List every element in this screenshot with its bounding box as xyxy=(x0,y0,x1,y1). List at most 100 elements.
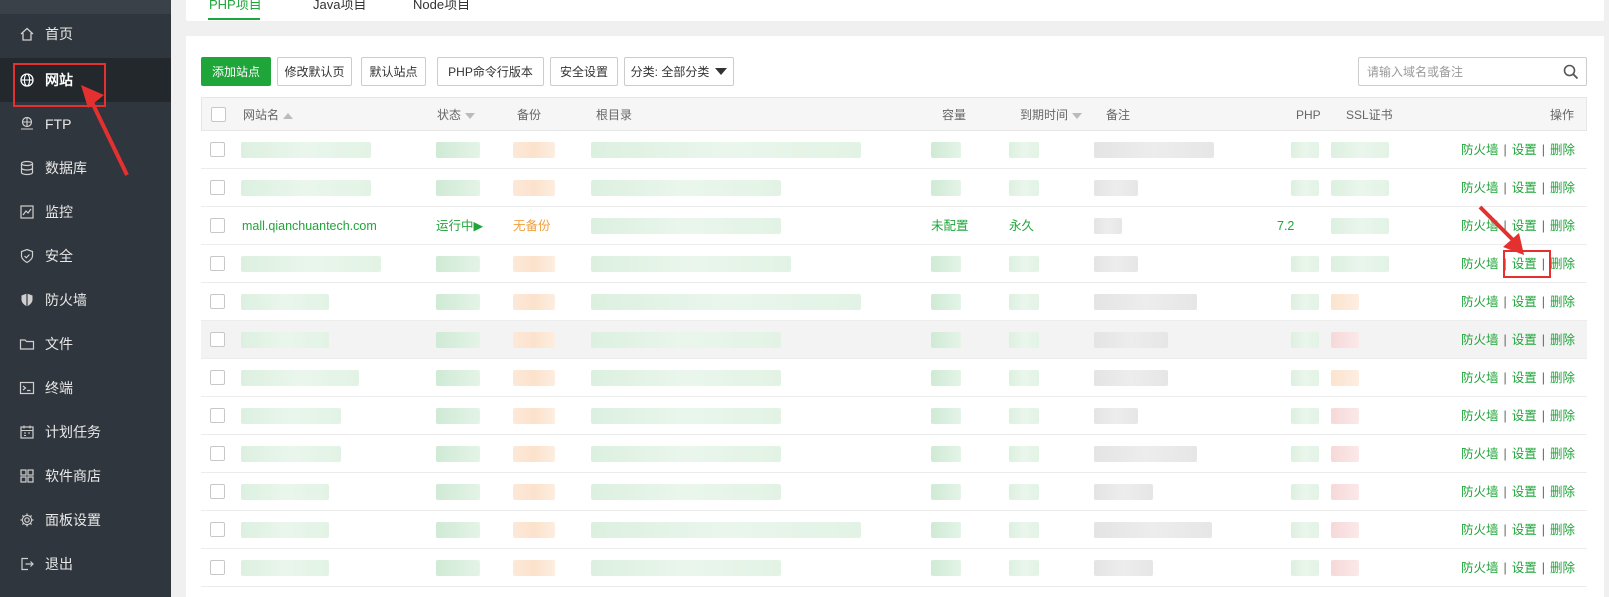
folder-icon xyxy=(19,336,35,352)
tab-node-project[interactable]: Node项目 xyxy=(413,0,470,13)
row-checkbox[interactable] xyxy=(210,408,225,423)
security-settings-button[interactable]: 安全设置 xyxy=(550,57,618,86)
delete-link[interactable]: 删除 xyxy=(1550,409,1575,423)
add-site-button[interactable]: 添加站点 xyxy=(201,57,271,86)
row-checkbox[interactable] xyxy=(210,180,225,195)
row-checkbox[interactable] xyxy=(210,484,225,499)
table-row: 防火墙 | 设置 | 删除 xyxy=(201,397,1587,435)
row-checkbox[interactable] xyxy=(210,332,225,347)
redacted-cell xyxy=(241,560,329,576)
firewall-link[interactable]: 防火墙 xyxy=(1461,409,1499,423)
settings-link[interactable]: 设置 xyxy=(1512,181,1537,195)
th-status[interactable]: 状态 xyxy=(437,98,476,132)
delete-link[interactable]: 删除 xyxy=(1550,219,1575,233)
row-checkbox[interactable] xyxy=(210,218,225,233)
php-version[interactable]: 7.2 xyxy=(1277,207,1294,245)
delete-link[interactable]: 删除 xyxy=(1550,143,1575,157)
row-actions: 防火墙 | 设置 | 删除 xyxy=(1461,511,1575,549)
search-icon[interactable] xyxy=(1563,64,1579,80)
select-all-checkbox[interactable] xyxy=(211,107,226,122)
capacity-status[interactable]: 未配置 xyxy=(931,207,969,245)
action-separator: | xyxy=(1541,409,1545,423)
firewall-link[interactable]: 防火墙 xyxy=(1461,219,1499,233)
delete-link[interactable]: 删除 xyxy=(1550,485,1575,499)
category-select[interactable]: 分类: 全部分类 xyxy=(624,57,734,86)
tab-php-project[interactable]: PHP项目 xyxy=(209,0,262,13)
firewall-link[interactable]: 防火墙 xyxy=(1461,181,1499,195)
row-checkbox[interactable] xyxy=(210,560,225,575)
firewall-link[interactable]: 防火墙 xyxy=(1461,257,1499,271)
redacted-cell xyxy=(1094,180,1138,196)
settings-link[interactable]: 设置 xyxy=(1512,143,1537,157)
th-expire[interactable]: 到期时间 xyxy=(1020,98,1083,132)
sidebar-item-files[interactable]: 文件 xyxy=(0,322,171,366)
firewall-link[interactable]: 防火墙 xyxy=(1461,143,1499,157)
settings-link[interactable]: 设置 xyxy=(1512,371,1537,385)
row-checkbox[interactable] xyxy=(210,142,225,157)
sidebar-item-database[interactable]: 数据库 xyxy=(0,146,171,190)
php-cli-version-button[interactable]: PHP命令行版本 xyxy=(437,57,544,86)
default-site-button[interactable]: 默认站点 xyxy=(361,57,426,86)
sidebar-item-panel-settings[interactable]: 面板设置 xyxy=(0,498,171,542)
row-checkbox[interactable] xyxy=(210,522,225,537)
backup-status[interactable]: 无备份 xyxy=(513,207,551,245)
sidebar-item-ftp[interactable]: FTP xyxy=(0,102,171,146)
sidebar-item-terminal[interactable]: 终端 xyxy=(0,366,171,410)
delete-link[interactable]: 删除 xyxy=(1550,295,1575,309)
settings-link[interactable]: 设置 xyxy=(1512,447,1537,461)
sidebar-item-label: FTP xyxy=(45,116,72,132)
firewall-link[interactable]: 防火墙 xyxy=(1461,371,1499,385)
status-running[interactable]: 运行中▶ xyxy=(436,207,483,245)
settings-link[interactable]: 设置 xyxy=(1512,295,1537,309)
settings-link[interactable]: 设置 xyxy=(1512,523,1537,537)
tab-java-project[interactable]: Java项目 xyxy=(313,0,366,13)
firewall-link[interactable]: 防火墙 xyxy=(1461,523,1499,537)
settings-link[interactable]: 设置 xyxy=(1512,561,1537,575)
redacted-cell xyxy=(1009,370,1039,386)
settings-link[interactable]: 设置 xyxy=(1512,485,1537,499)
edit-default-page-button[interactable]: 修改默认页 xyxy=(277,57,352,86)
redacted-cell xyxy=(931,484,961,500)
redacted-cell xyxy=(1331,294,1359,310)
firewall-link[interactable]: 防火墙 xyxy=(1461,561,1499,575)
redacted-cell xyxy=(931,332,961,348)
row-checkbox[interactable] xyxy=(210,370,225,385)
row-checkbox[interactable] xyxy=(210,294,225,309)
delete-link[interactable]: 删除 xyxy=(1550,523,1575,537)
firewall-link[interactable]: 防火墙 xyxy=(1461,485,1499,499)
category-select-value: 分类: 全部分类 xyxy=(630,65,710,79)
delete-link[interactable]: 删除 xyxy=(1550,561,1575,575)
delete-link[interactable]: 删除 xyxy=(1550,447,1575,461)
sidebar-item-monitor[interactable]: 监控 xyxy=(0,190,171,234)
settings-link[interactable]: 设置 xyxy=(1512,333,1537,347)
firewall-link[interactable]: 防火墙 xyxy=(1461,295,1499,309)
th-site-name[interactable]: 网站名 xyxy=(243,98,294,132)
action-separator: | xyxy=(1503,371,1507,385)
sidebar-item-logout[interactable]: 退出 xyxy=(0,542,171,586)
sidebar-item-store[interactable]: 软件商店 xyxy=(0,454,171,498)
expire-date[interactable]: 永久 xyxy=(1009,207,1034,245)
redacted-cell xyxy=(1291,332,1319,348)
row-checkbox[interactable] xyxy=(210,256,225,271)
sidebar-item-firewall[interactable]: 防火墙 xyxy=(0,278,171,322)
redacted-cell xyxy=(591,332,781,348)
sidebar-item-home[interactable]: 首页 xyxy=(0,12,171,56)
firewall-link[interactable]: 防火墙 xyxy=(1461,333,1499,347)
sidebar-item-cron[interactable]: 计划任务 xyxy=(0,410,171,454)
delete-link[interactable]: 删除 xyxy=(1550,257,1575,271)
redacted-cell xyxy=(513,180,555,196)
site-name-link[interactable]: mall.qianchuantech.com xyxy=(242,207,377,245)
delete-link[interactable]: 删除 xyxy=(1550,333,1575,347)
sidebar-item-security[interactable]: 安全 xyxy=(0,234,171,278)
redacted-cell xyxy=(1094,370,1168,386)
settings-link[interactable]: 设置 xyxy=(1512,409,1537,423)
redacted-cell xyxy=(1009,522,1039,538)
delete-link[interactable]: 删除 xyxy=(1550,181,1575,195)
action-separator: | xyxy=(1541,485,1545,499)
delete-link[interactable]: 删除 xyxy=(1550,371,1575,385)
search-input[interactable] xyxy=(1359,58,1549,85)
settings-link[interactable]: 设置 xyxy=(1512,219,1537,233)
redacted-cell xyxy=(591,560,781,576)
firewall-link[interactable]: 防火墙 xyxy=(1461,447,1499,461)
row-checkbox[interactable] xyxy=(210,446,225,461)
